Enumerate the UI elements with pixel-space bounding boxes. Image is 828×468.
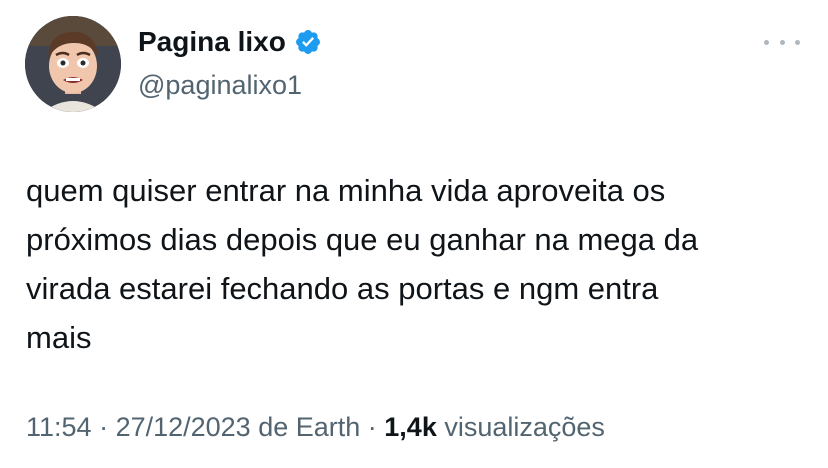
meta-separator: · — [360, 412, 385, 442]
tweet-text: quem quiser entrar na minha vida aprovei… — [26, 173, 699, 355]
views-count[interactable]: 1,4k — [384, 412, 437, 443]
tweet-card: Pagina lixo @paginalixo1 quem quiser ent… — [0, 0, 828, 468]
tweet-metadata: 11:54 · 27/12/2023 de Earth · 1,4k visua… — [26, 412, 605, 443]
views-label[interactable]: visualizações — [437, 412, 605, 443]
tweet-time[interactable]: 11:54 — [26, 412, 92, 443]
author-display-name[interactable]: Pagina lixo — [138, 26, 286, 58]
avatar-image — [25, 16, 121, 112]
verified-badge-icon[interactable] — [294, 28, 322, 56]
tweet-date[interactable]: 27/12/2023 — [116, 412, 251, 443]
author-handle[interactable]: @paginalixo1 — [138, 70, 302, 101]
more-dot — [795, 39, 800, 45]
author-name-row: Pagina lixo — [138, 26, 322, 58]
more-dot — [764, 39, 769, 45]
meta-separator: · — [91, 412, 116, 442]
avatar[interactable] — [25, 16, 121, 112]
more-dot — [779, 39, 785, 45]
more-horizontal-icon[interactable] — [764, 30, 800, 54]
tweet-location: de Earth — [250, 412, 361, 442]
